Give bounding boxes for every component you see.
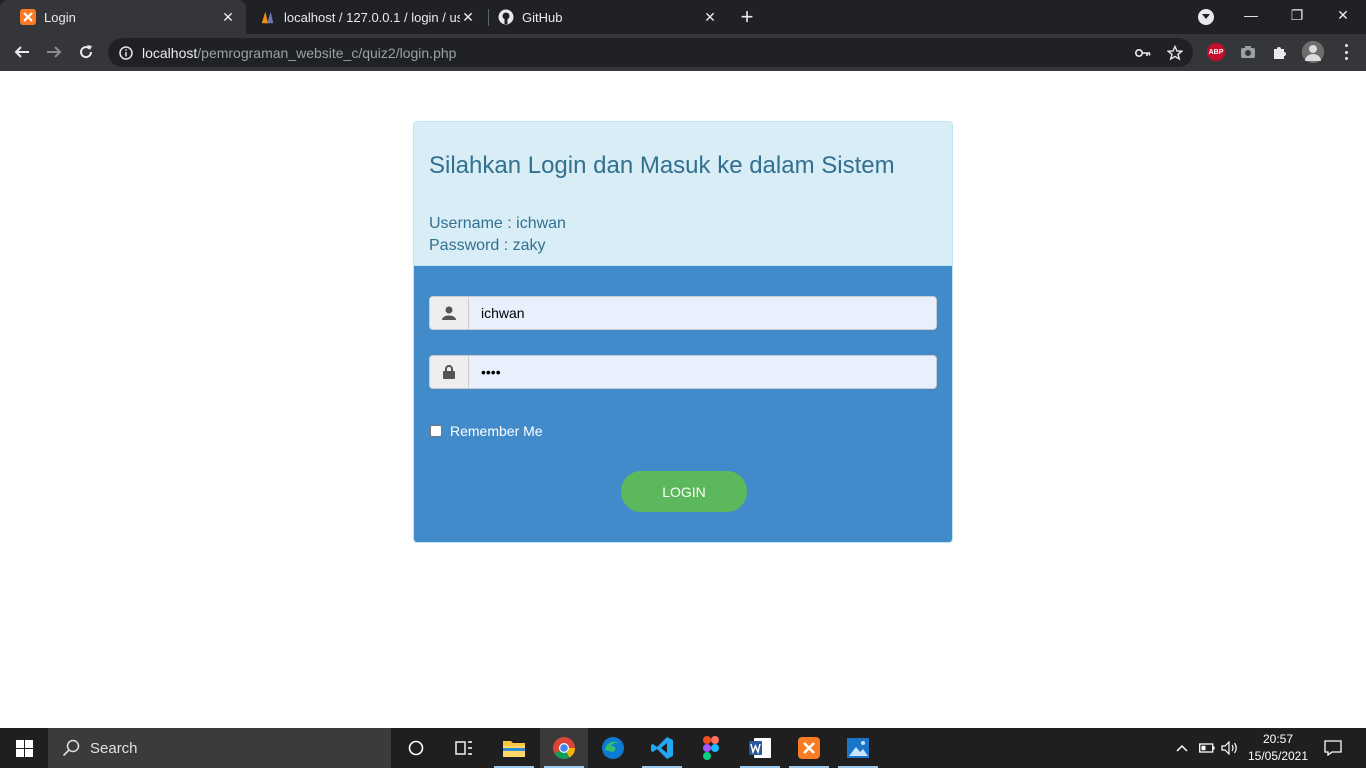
close-window-button[interactable]: ✕ bbox=[1320, 0, 1366, 30]
tab-phpmyadmin[interactable]: localhost / 127.0.0.1 / login / user ✕ bbox=[240, 0, 486, 34]
system-clock[interactable]: 20:57 15/05/2021 bbox=[1240, 731, 1316, 765]
password-input[interactable] bbox=[469, 356, 936, 388]
tab-search-icon[interactable] bbox=[1198, 9, 1214, 25]
restore-button[interactable]: ❐ bbox=[1274, 0, 1320, 30]
username-input-group bbox=[429, 296, 937, 330]
close-tab-icon[interactable]: ✕ bbox=[702, 9, 718, 25]
login-panel: Silahkan Login dan Masuk ke dalam Sistem… bbox=[413, 121, 953, 543]
profile-avatar[interactable] bbox=[1302, 41, 1324, 63]
figma-icon[interactable] bbox=[687, 728, 735, 768]
volume-icon[interactable] bbox=[1220, 728, 1240, 768]
show-hidden-icons-icon[interactable] bbox=[1172, 728, 1192, 768]
photos-icon[interactable] bbox=[834, 728, 882, 768]
browser-menu-icon[interactable] bbox=[1338, 44, 1354, 60]
edge-icon[interactable] bbox=[589, 728, 637, 768]
search-placeholder: Search bbox=[90, 739, 138, 757]
adblock-plus-icon[interactable]: ABP bbox=[1206, 42, 1226, 62]
panel-body: Remember Me LOGIN bbox=[414, 266, 952, 542]
notification-icon[interactable] bbox=[1318, 728, 1348, 768]
xampp-taskbar-icon[interactable] bbox=[785, 728, 833, 768]
clock-time: 20:57 bbox=[1262, 732, 1294, 746]
battery-icon[interactable] bbox=[1197, 728, 1217, 768]
file-explorer-icon[interactable] bbox=[490, 728, 538, 768]
password-input-group bbox=[429, 355, 937, 389]
address-bar[interactable]: localhost/pemrograman_website_c/quiz2/lo… bbox=[108, 38, 1193, 67]
user-icon bbox=[430, 297, 469, 329]
minimize-button[interactable]: — bbox=[1228, 0, 1274, 30]
url-host: localhost bbox=[142, 44, 198, 61]
password-hint: Password : zaky bbox=[429, 237, 546, 254]
username-input[interactable] bbox=[469, 297, 936, 329]
login-button[interactable]: LOGIN bbox=[621, 471, 747, 512]
key-icon[interactable] bbox=[1134, 44, 1152, 62]
page-title: Silahkan Login dan Masuk ke dalam Sistem bbox=[429, 152, 895, 179]
cortana-icon[interactable] bbox=[392, 728, 440, 768]
remember-me: Remember Me bbox=[430, 423, 543, 439]
username-hint: Username : ichwan bbox=[429, 215, 566, 232]
forward-button[interactable] bbox=[40, 38, 68, 66]
xampp-icon bbox=[20, 9, 36, 25]
window-controls: — ❐ ✕ bbox=[1228, 0, 1366, 30]
tab-title: localhost / 127.0.0.1 / login / user bbox=[284, 9, 460, 25]
site-info-icon[interactable] bbox=[118, 45, 134, 61]
panel-heading: Silahkan Login dan Masuk ke dalam Sistem… bbox=[414, 122, 952, 266]
adblock-label: ABP bbox=[1207, 43, 1225, 61]
tab-login[interactable]: Login ✕ bbox=[0, 0, 246, 34]
github-icon bbox=[498, 9, 514, 25]
windows-start-icon[interactable] bbox=[0, 728, 48, 768]
url-path: /pemrograman_website_c/quiz2/login.php bbox=[197, 44, 457, 61]
vscode-icon[interactable] bbox=[638, 728, 686, 768]
extensions-puzzle-icon[interactable] bbox=[1270, 42, 1290, 62]
tab-github[interactable]: GitHub ✕ bbox=[478, 0, 728, 34]
tab-title: GitHub bbox=[522, 9, 563, 25]
camera-icon[interactable] bbox=[1238, 42, 1258, 62]
tab-title: Login bbox=[44, 9, 76, 25]
back-button[interactable] bbox=[8, 38, 36, 66]
phpmyadmin-icon bbox=[260, 9, 276, 25]
remember-me-checkbox[interactable] bbox=[430, 425, 442, 437]
bookmark-star-icon[interactable] bbox=[1166, 44, 1184, 62]
task-view-icon[interactable] bbox=[440, 728, 488, 768]
close-tab-icon[interactable]: ✕ bbox=[460, 9, 476, 25]
taskbar-search[interactable]: Search bbox=[48, 728, 391, 768]
chrome-icon[interactable] bbox=[540, 728, 588, 768]
clock-date: 15/05/2021 bbox=[1247, 749, 1309, 763]
close-tab-icon[interactable]: ✕ bbox=[220, 9, 236, 25]
lock-icon bbox=[430, 356, 469, 388]
new-tab-button[interactable]: + bbox=[735, 4, 759, 29]
url-text: localhost/pemrograman_website_c/quiz2/lo… bbox=[142, 45, 456, 61]
reload-button[interactable] bbox=[72, 38, 100, 66]
credentials-hint: Username : ichwan Password : zaky bbox=[429, 213, 937, 257]
search-icon bbox=[62, 739, 80, 757]
remember-me-label[interactable]: Remember Me bbox=[450, 423, 543, 439]
tab-strip: Login ✕ localhost / 127.0.0.1 / login / … bbox=[0, 0, 1366, 34]
taskbar: Search 20:57 15/05/2021 bbox=[0, 728, 1366, 768]
word-icon[interactable] bbox=[736, 728, 784, 768]
browser-toolbar: localhost/pemrograman_website_c/quiz2/lo… bbox=[0, 34, 1366, 71]
